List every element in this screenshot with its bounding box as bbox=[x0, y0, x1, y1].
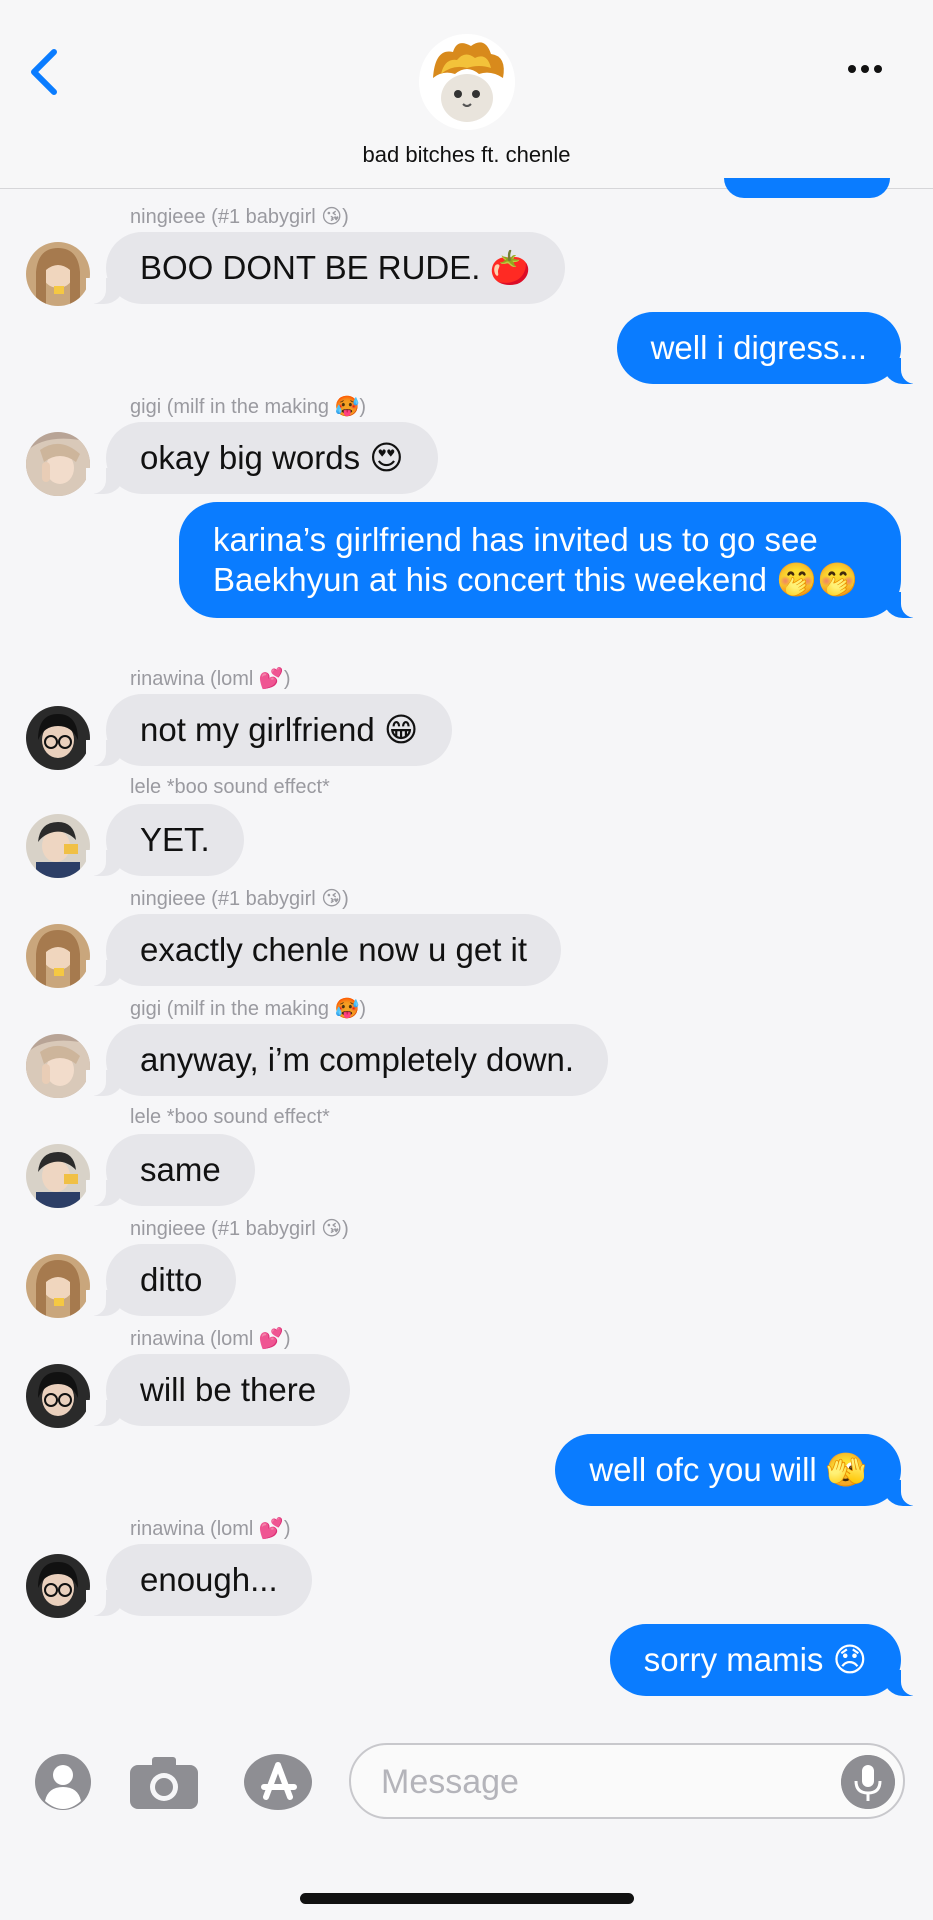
avatar[interactable] bbox=[26, 1034, 90, 1098]
sender-label: rinawina (loml 💕) bbox=[130, 668, 291, 690]
sender-label: ningieee (#1 babygirl 😘) bbox=[130, 1218, 349, 1240]
received-message-bubble[interactable]: BOO DONT BE RUDE. 🍅 bbox=[86, 232, 565, 304]
avatar[interactable] bbox=[26, 1254, 90, 1318]
received-message-bubble[interactable]: okay big words 😍 bbox=[86, 422, 438, 494]
sent-message-bubble[interactable]: well i digress... bbox=[616, 312, 922, 384]
avatar[interactable] bbox=[26, 814, 90, 878]
avatar[interactable] bbox=[26, 706, 90, 770]
avatar[interactable] bbox=[26, 1554, 90, 1618]
home-indicator[interactable] bbox=[300, 1893, 634, 1904]
received-message-bubble[interactable]: exactly chenle now u get it bbox=[85, 914, 562, 986]
sender-label: ningieee (#1 babygirl 😘) bbox=[130, 888, 349, 910]
microphone-icon[interactable] bbox=[841, 1755, 895, 1809]
compose-bar: Message bbox=[0, 1735, 933, 1835]
avatar[interactable] bbox=[26, 242, 90, 306]
sent-message-bubble[interactable]: well ofc you will 🫣 bbox=[555, 1434, 921, 1506]
previous-sent-bubble bbox=[724, 178, 890, 198]
received-message-bubble[interactable]: YET. bbox=[86, 804, 244, 876]
sender-label: gigi (milf in the making 🥵) bbox=[130, 396, 367, 418]
avatar[interactable] bbox=[26, 432, 90, 496]
avatar[interactable] bbox=[26, 1144, 90, 1208]
sender-label: ningieee (#1 babygirl 😘) bbox=[130, 206, 349, 228]
group-name[interactable]: bad bitches ft. chenle bbox=[0, 142, 933, 168]
chevron-left-icon[interactable] bbox=[24, 46, 64, 98]
sender-label: rinawina (loml 💕) bbox=[130, 1518, 291, 1540]
sent-message-bubble[interactable]: sorry mamis 😞 bbox=[609, 1624, 922, 1696]
message-placeholder: Message bbox=[381, 1763, 519, 1801]
received-message-bubble[interactable]: ditto bbox=[85, 1244, 237, 1316]
conversation-header: bad bitches ft. chenle bbox=[0, 0, 933, 198]
received-message-bubble[interactable]: will be there bbox=[85, 1354, 351, 1426]
person-icon[interactable] bbox=[34, 1753, 92, 1811]
group-avatar[interactable] bbox=[419, 34, 515, 130]
ellipsis-icon[interactable] bbox=[848, 60, 888, 80]
avatar[interactable] bbox=[26, 1364, 90, 1428]
received-message-bubble[interactable]: not my girlfriend 😁 bbox=[85, 694, 453, 766]
received-message-bubble[interactable]: enough... bbox=[86, 1544, 312, 1616]
sender-label: rinawina (loml 💕) bbox=[130, 1328, 291, 1350]
message-input[interactable]: Message bbox=[349, 1743, 905, 1819]
avatar[interactable] bbox=[26, 924, 90, 988]
sent-message-bubble[interactable]: karina’s girlfriend has invited us to go… bbox=[179, 502, 921, 618]
sender-label: lele *boo sound effect* bbox=[130, 776, 330, 798]
sender-label: gigi (milf in the making 🥵) bbox=[130, 998, 367, 1020]
sender-label: lele *boo sound effect* bbox=[130, 1106, 330, 1128]
received-message-bubble[interactable]: anyway, i’m completely down. bbox=[85, 1024, 609, 1096]
received-message-bubble[interactable]: same bbox=[86, 1134, 255, 1206]
app-store-icon[interactable] bbox=[242, 1753, 318, 1811]
camera-icon[interactable] bbox=[128, 1753, 200, 1811]
